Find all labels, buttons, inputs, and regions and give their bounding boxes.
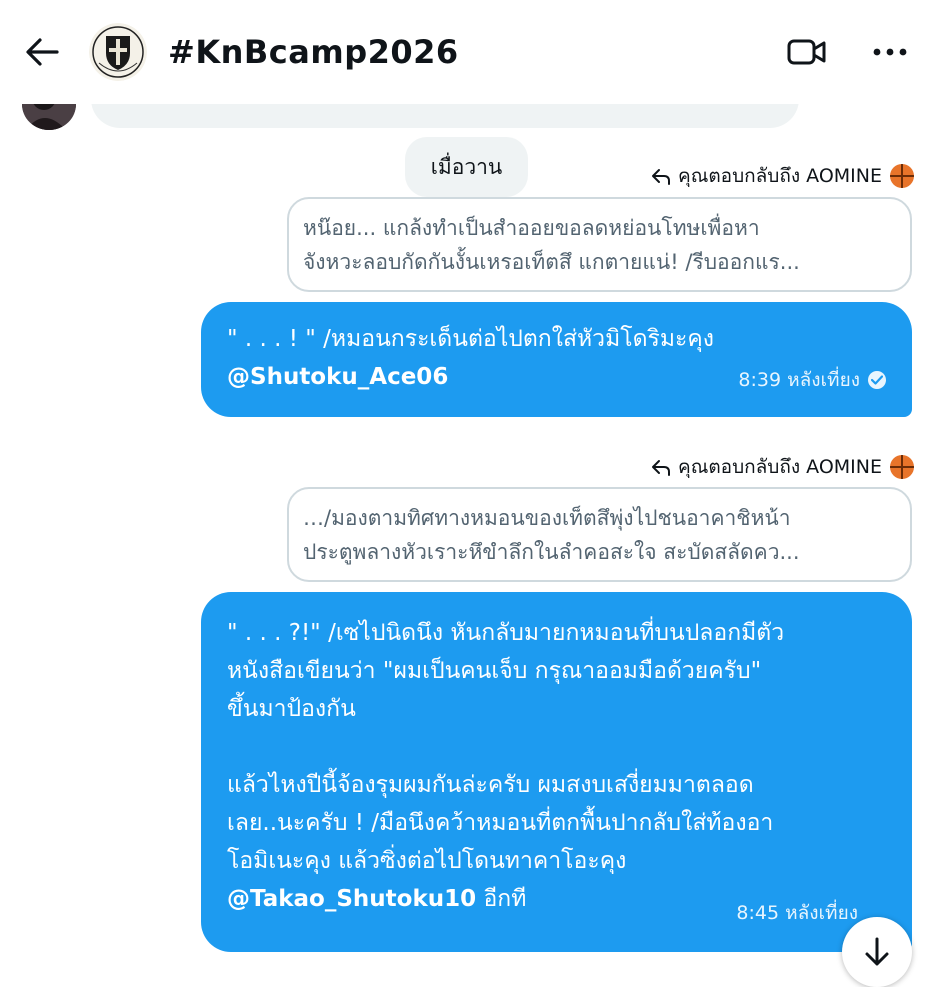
date-separator: เมื่อวาน bbox=[405, 137, 528, 197]
basketball-icon bbox=[890, 455, 914, 479]
message-bubble[interactable]: " . . . ! " /หมอนกระเด็นต่อไปตกใส่หัวมิโ… bbox=[201, 302, 912, 417]
quoted-line: …/มองตามทิศทางหมอนของเท็ตสึพุ่งไปชนอาคาช… bbox=[303, 506, 791, 530]
read-check-icon bbox=[868, 371, 886, 389]
reply-context: คุณตอบกลับถึง AOMINE bbox=[650, 161, 914, 191]
reply-context: คุณตอบกลับถึง AOMINE bbox=[650, 452, 914, 482]
quoted-line: หน๊อย... แกล้งทำเป็นสำออยขอลดหย่อนโทษเพื… bbox=[303, 216, 760, 240]
message-text: หนังสือเขียนว่า "ผมเป็นคนเจ็บ กรุณาออมมื… bbox=[227, 658, 762, 684]
message-bubble[interactable]: " . . . ?!" /เซไปนิดนึง หันกลับมายกหมอนท… bbox=[201, 592, 912, 952]
quoted-line: ประตูพลางหัวเราะหึขำลึกในลำคอสะใจ สะบัดส… bbox=[303, 540, 800, 564]
message-text: แล้วไหงปีนี้จ้องรุมผมกันล่ะครับ ผมสงบเสง… bbox=[227, 772, 754, 798]
more-options-button[interactable] bbox=[866, 30, 914, 74]
quoted-message[interactable]: …/มองตามทิศทางหมอนของเท็ตสึพุ่งไปชนอาคาช… bbox=[287, 487, 912, 582]
message-meta: 8:39 หลังเที่ยง bbox=[738, 361, 886, 399]
message-text: อีกที bbox=[476, 886, 527, 912]
quoted-message[interactable]: หน๊อย... แกล้งทำเป็นสำออยขอลดหย่อนโทษเพื… bbox=[287, 197, 912, 292]
video-camera-icon bbox=[787, 39, 826, 65]
quoted-line: จังหวะลอบกัดกันงั้นเหรอเท็ตสึ แกตายแน่! … bbox=[303, 250, 800, 274]
message-text: " . . . ?!" /เซไปนิดนึง หันกลับมายกหมอนท… bbox=[227, 620, 785, 646]
message-text: " . . . ! " /หมอนกระเด็นต่อไปตกใส่หัวมิโ… bbox=[227, 326, 714, 352]
reply-context-text: คุณตอบกลับถึง AOMINE bbox=[677, 165, 882, 187]
school-crest-logo bbox=[89, 23, 147, 81]
more-horizontal-icon bbox=[873, 48, 907, 56]
reply-arrow-icon bbox=[650, 456, 672, 478]
mention-link[interactable]: @Takao_Shutoku10 bbox=[227, 886, 476, 912]
mention-link[interactable]: @Shutoku_Ace06 bbox=[227, 364, 448, 390]
message-text: โอมิเนะคุง แล้วซิ่งต่อไปโดนทาคาโอะคุง bbox=[227, 848, 627, 874]
video-call-button[interactable] bbox=[784, 30, 830, 74]
basketball-icon bbox=[890, 164, 914, 188]
message-text: เลย..นะครับ ! /มือนึงคว้าหมอนที่ตกพื้นปา… bbox=[227, 810, 774, 836]
scroll-to-bottom-button[interactable] bbox=[842, 917, 912, 987]
chat-header: #KnBcamp2026 bbox=[0, 0, 940, 104]
message-time: 8:45 หลังเที่ยง bbox=[736, 902, 858, 924]
reply-context-text: คุณตอบกลับถึง AOMINE bbox=[677, 456, 882, 478]
message-text bbox=[227, 728, 886, 766]
back-button[interactable] bbox=[20, 30, 64, 74]
reply-arrow-icon bbox=[650, 165, 672, 187]
message-text: ขึ้นมาป้องกัน bbox=[227, 696, 356, 722]
message-meta: 8:45 หลังเที่ยง bbox=[736, 894, 858, 932]
arrow-down-icon bbox=[865, 937, 889, 966]
group-avatar[interactable] bbox=[89, 23, 147, 81]
chat-title[interactable]: #KnBcamp2026 bbox=[168, 30, 459, 74]
arrow-left-icon bbox=[26, 38, 59, 66]
message-time: 8:39 หลังเที่ยง bbox=[738, 369, 860, 391]
